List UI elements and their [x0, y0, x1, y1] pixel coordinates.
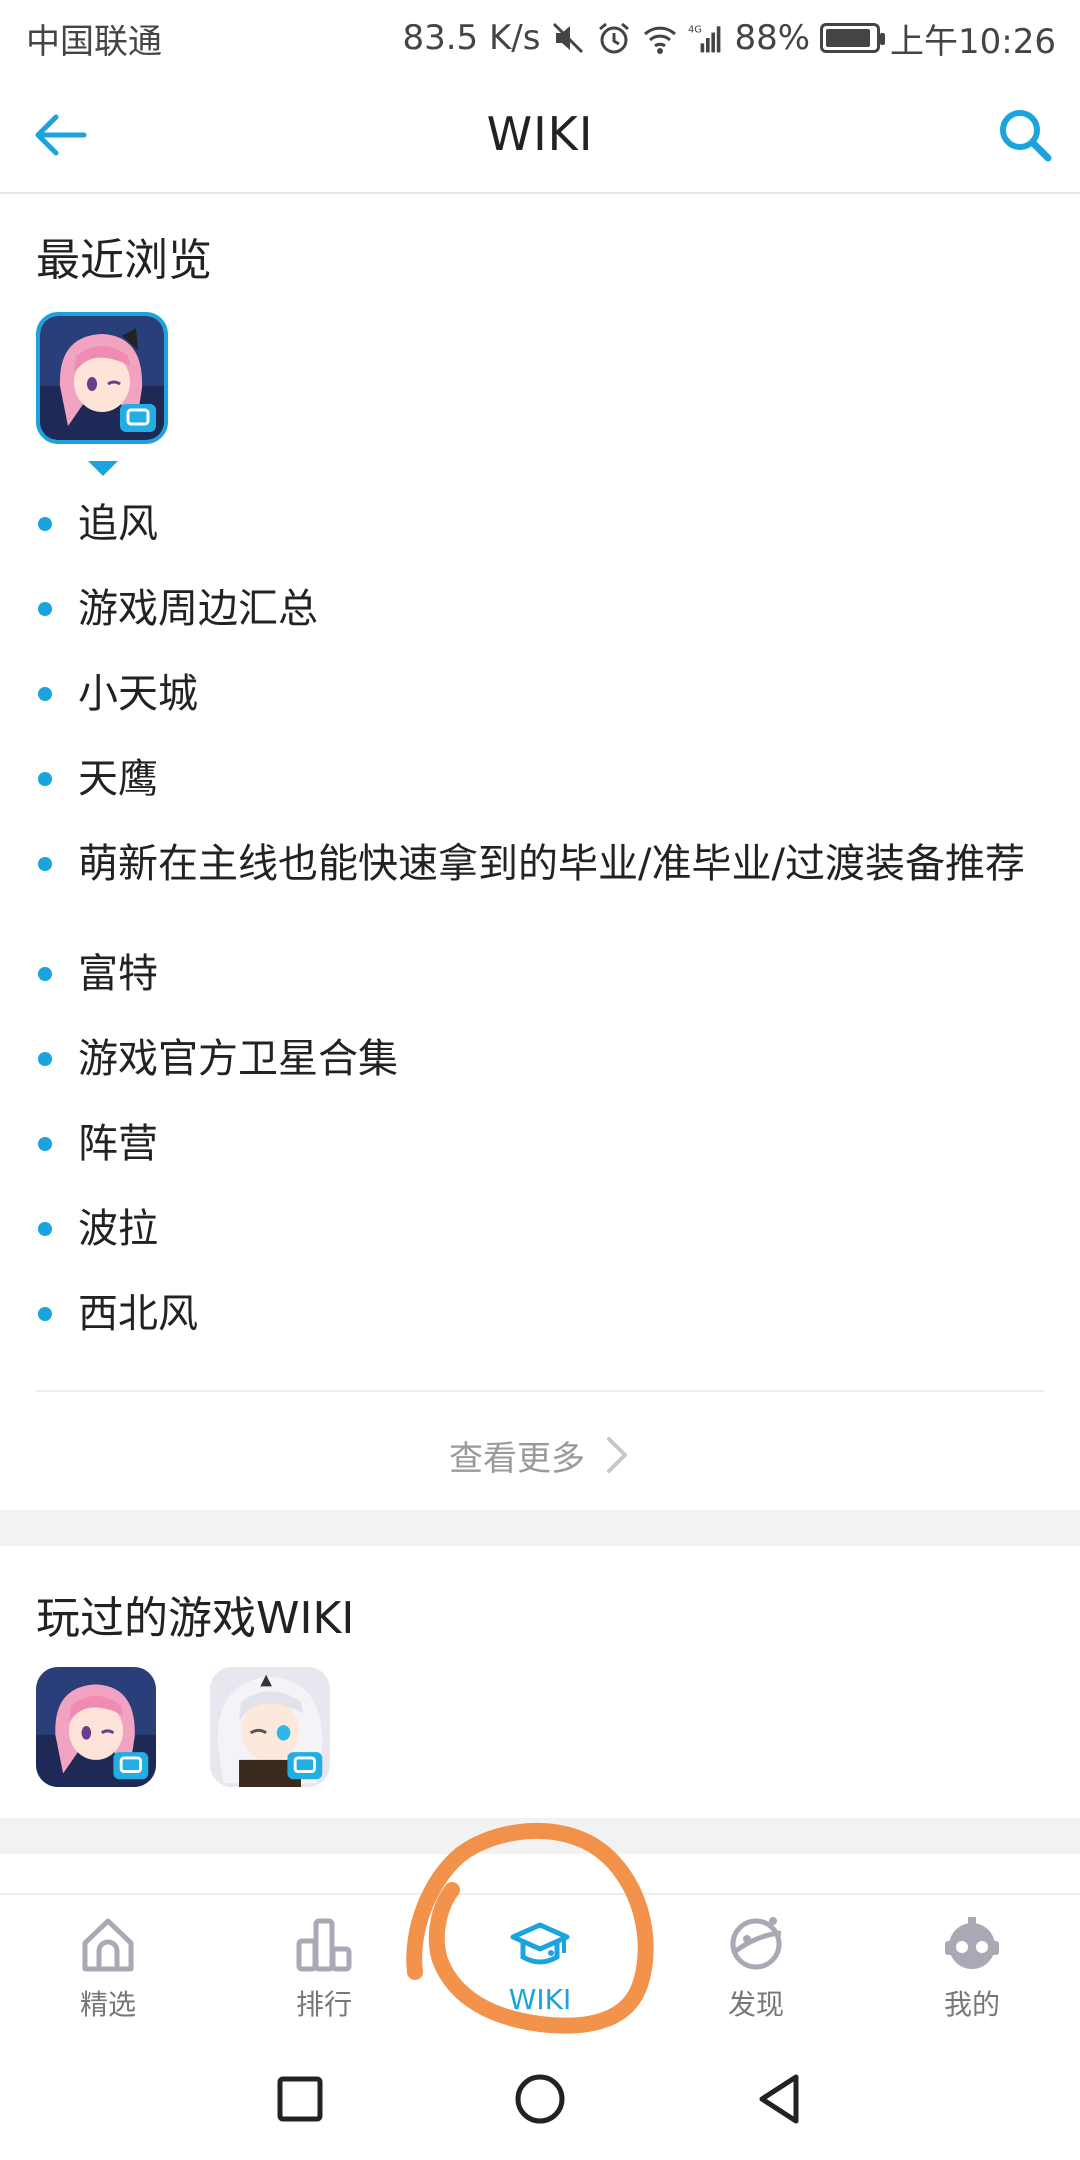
- section-gap: [0, 1818, 1080, 1854]
- mascot-icon: [945, 1917, 999, 1969]
- recent-game-icon[interactable]: [36, 312, 168, 444]
- page-title: WIKI: [486, 107, 594, 161]
- cell-signal-icon: 4G: [688, 25, 721, 53]
- app-header: WIKI: [0, 76, 1080, 194]
- list-item[interactable]: 富特: [36, 950, 1046, 998]
- chevron-right-icon: [607, 1437, 627, 1473]
- recent-section-title: 最近浏览: [36, 235, 212, 286]
- status-icons: 83.5 K/s 4G 88% 上午10:26: [402, 14, 1056, 63]
- list-item[interactable]: 波拉: [36, 1205, 1046, 1253]
- bottom-navigation: 精选 排行 WIKI 发现 我的: [0, 1893, 1080, 2033]
- recent-apps-icon[interactable]: [270, 2069, 330, 2129]
- list-item-label: 阵营: [78, 1121, 158, 1167]
- svg-text:4G: 4G: [688, 25, 702, 36]
- list-item[interactable]: 小天城: [36, 670, 1046, 718]
- nav-label: 精选: [79, 1988, 136, 2021]
- list-item-label: 天鹰: [78, 756, 158, 802]
- list-item-label: 萌新在主线也能快速拿到的毕业/准毕业/过渡装备推荐: [78, 841, 1025, 887]
- bullet-dot-icon: [38, 1222, 52, 1236]
- nav-item-discover[interactable]: 发现: [648, 1895, 864, 2035]
- view-more-label: 查看更多: [449, 1438, 585, 1479]
- anime-girl-game-icon: [36, 1667, 156, 1787]
- anime-girl-game-icon: [40, 316, 164, 440]
- list-item-label: 追风: [78, 501, 158, 547]
- played-section-title: 玩过的游戏WIKI: [36, 1593, 355, 1644]
- bullet-dot-icon: [38, 1052, 52, 1066]
- view-more-button[interactable]: 查看更多: [0, 1420, 1080, 1490]
- search-icon[interactable]: [992, 102, 1058, 168]
- nav-label: 发现: [727, 1988, 784, 2021]
- wifi-icon: [644, 26, 677, 54]
- played-game-icon-1[interactable]: [36, 1667, 156, 1787]
- system-navigation: [0, 2033, 1080, 2160]
- nav-item-featured[interactable]: 精选: [0, 1895, 216, 2035]
- list-item-label: 西北风: [78, 1291, 198, 1337]
- section-gap: [0, 1510, 1080, 1546]
- planet-icon: [730, 1917, 782, 1970]
- list-item-label: 游戏官方卫星合集: [78, 1036, 398, 1082]
- carrier-label: 中国联通: [26, 21, 162, 62]
- clock: 上午10:26: [890, 21, 1056, 62]
- list-item[interactable]: 萌新在主线也能快速拿到的毕业/准毕业/过渡装备推荐: [36, 840, 1046, 888]
- bullet-dot-icon: [38, 772, 52, 786]
- home-button-icon[interactable]: [510, 2069, 570, 2129]
- graduation-cap-icon: [510, 1922, 570, 1965]
- battery-icon: [820, 23, 886, 53]
- nav-label: WIKI: [508, 1983, 572, 2016]
- bullet-dot-icon: [38, 967, 52, 981]
- bullet-dot-icon: [38, 602, 52, 616]
- selected-indicator: [88, 461, 118, 476]
- nav-label: 我的: [943, 1988, 1000, 2021]
- back-triangle-icon[interactable]: [750, 2069, 810, 2129]
- status-bar: 中国联通 83.5 K/s 4G 88% 上午10:26: [0, 0, 1080, 76]
- list-item-label: 波拉: [78, 1206, 158, 1252]
- list-item-label: 小天城: [78, 671, 198, 717]
- alarm-icon: [599, 22, 630, 54]
- list-item[interactable]: 西北风: [36, 1290, 1046, 1338]
- list-item-label: 富特: [78, 951, 158, 997]
- white-hair-girl-game-icon: [210, 1667, 330, 1787]
- list-divider: [36, 1390, 1044, 1392]
- nav-item-ranking[interactable]: 排行: [216, 1895, 432, 2035]
- list-item[interactable]: 游戏官方卫星合集: [36, 1035, 1046, 1083]
- bullet-dot-icon: [38, 687, 52, 701]
- bullet-dot-icon: [38, 857, 52, 871]
- list-item-label: 游戏周边汇总: [78, 586, 318, 632]
- battery-percent: 88%: [734, 18, 811, 58]
- network-speed: 83.5 K/s: [402, 18, 541, 58]
- back-arrow-icon[interactable]: [28, 102, 94, 168]
- played-game-icon-2[interactable]: [210, 1667, 330, 1787]
- nav-label: 排行: [295, 1988, 352, 2021]
- list-item[interactable]: 游戏周边汇总: [36, 585, 1046, 633]
- nav-item-wiki[interactable]: WIKI: [432, 1895, 648, 2035]
- list-item[interactable]: 阵营: [36, 1120, 1046, 1168]
- list-item[interactable]: 天鹰: [36, 755, 1046, 803]
- bullet-dot-icon: [38, 517, 52, 531]
- mute-icon: [553, 22, 584, 54]
- nav-item-mine[interactable]: 我的: [864, 1895, 1080, 2035]
- list-item[interactable]: 追风: [36, 500, 1046, 548]
- ranking-icon: [296, 1918, 352, 1972]
- bullet-dot-icon: [38, 1307, 52, 1321]
- bullet-dot-icon: [38, 1137, 52, 1151]
- home-icon: [82, 1918, 134, 1972]
